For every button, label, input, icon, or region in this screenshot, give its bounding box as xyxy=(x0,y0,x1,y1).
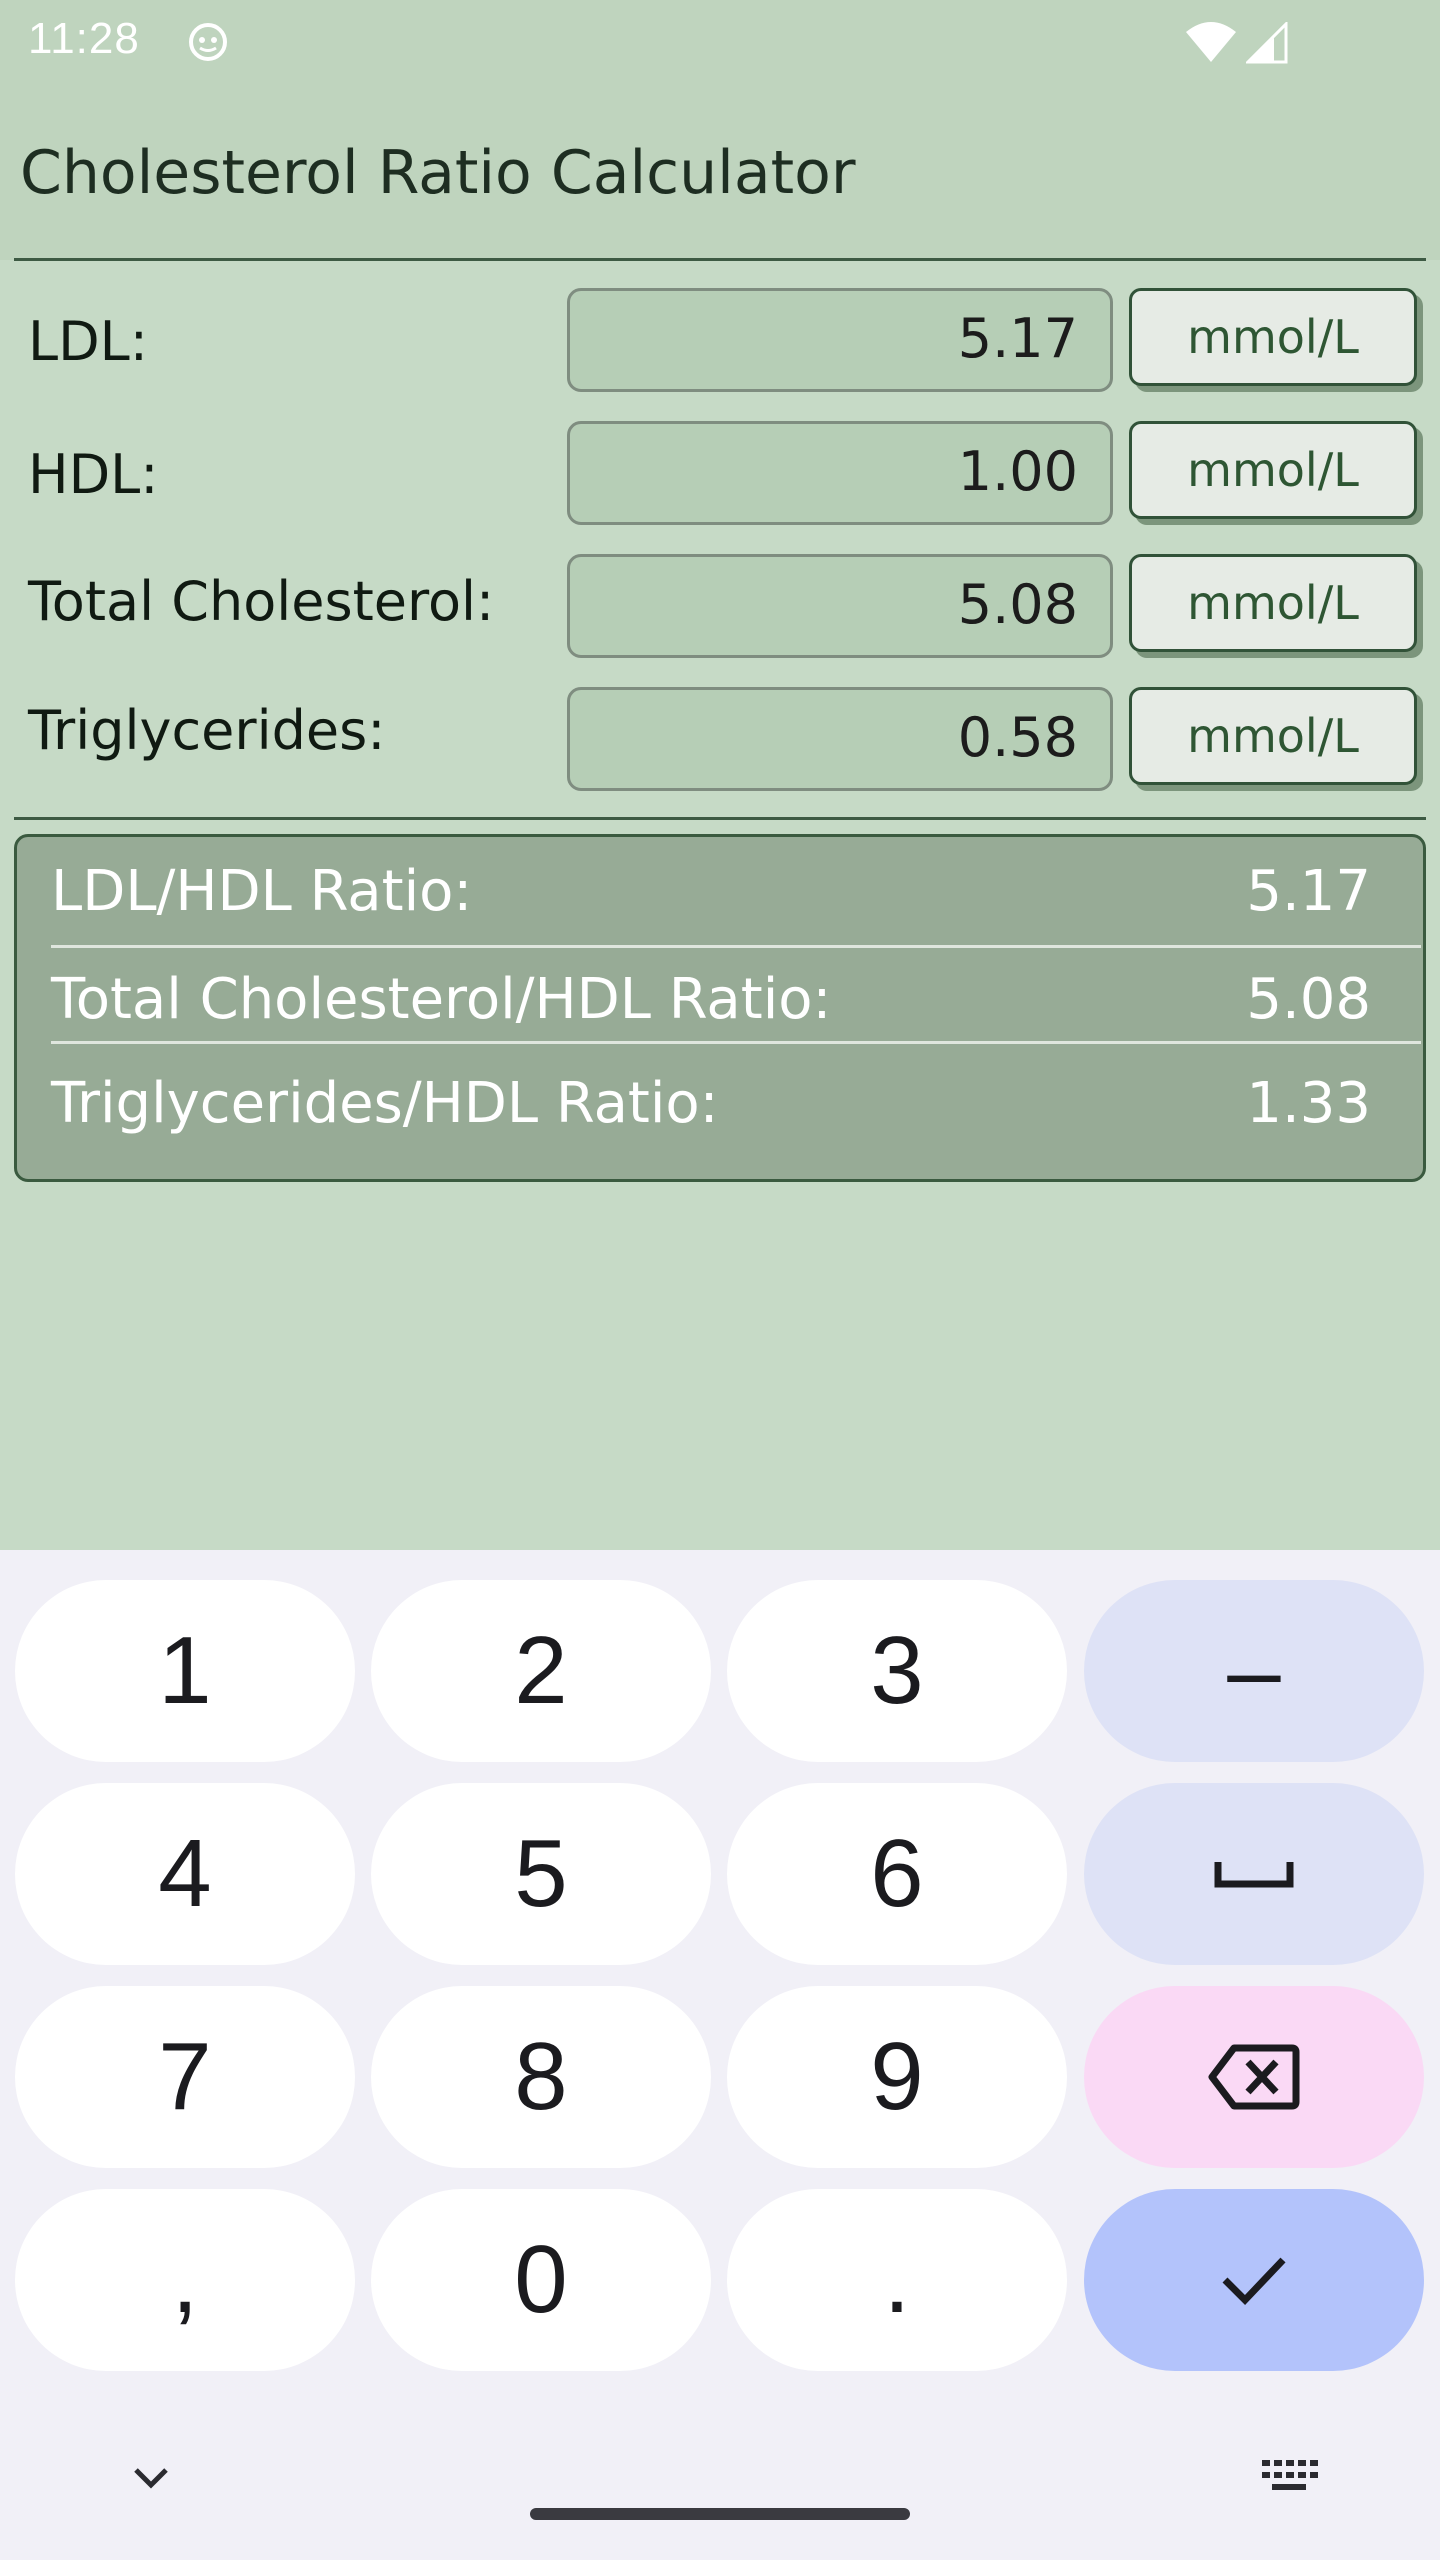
triglycerides-label: Triglycerides: xyxy=(28,699,386,762)
hdl-label: HDL: xyxy=(28,443,159,506)
results-panel: LDL/HDL Ratio: 5.17 Total Cholesterol/HD… xyxy=(14,834,1426,1182)
key-7[interactable]: 7 xyxy=(15,1986,355,2168)
space-icon xyxy=(1214,1862,1294,1888)
total-cholesterol-input[interactable]: 5.08 xyxy=(567,554,1113,658)
status-time: 11:28 xyxy=(28,14,140,63)
key-9[interactable]: 9 xyxy=(727,1986,1067,2168)
app-header: Cholesterol Ratio Calculator xyxy=(0,84,1440,260)
ldl-hdl-ratio-value: 5.17 xyxy=(1246,859,1371,924)
key-backspace[interactable] xyxy=(1084,1986,1424,2168)
inputs-divider xyxy=(14,817,1426,820)
triglycerides-input[interactable]: 0.58 xyxy=(567,687,1113,791)
key-5[interactable]: 5 xyxy=(371,1783,711,1965)
total-hdl-ratio-label: Total Cholesterol/HDL Ratio: xyxy=(51,967,832,1032)
key-period[interactable]: . xyxy=(727,2189,1067,2371)
page-title: Cholesterol Ratio Calculator xyxy=(20,138,856,208)
triglycerides-hdl-ratio-row: Triglycerides/HDL Ratio: 1.33 xyxy=(17,1049,1423,1155)
triglycerides-hdl-ratio-value: 1.33 xyxy=(1246,1071,1371,1136)
check-icon xyxy=(1222,2257,1286,2306)
total-cholesterol-unit-button[interactable]: mmol/L xyxy=(1129,554,1417,652)
total-hdl-ratio-row: Total Cholesterol/HDL Ratio: 5.08 xyxy=(17,945,1423,1051)
key-6[interactable]: 6 xyxy=(727,1783,1067,1965)
chevron-down-icon[interactable] xyxy=(124,2450,178,2504)
wifi-icon xyxy=(1186,22,1236,62)
ldl-unit-button[interactable]: mmol/L xyxy=(1129,288,1417,386)
key-0[interactable]: 0 xyxy=(371,2189,711,2371)
key-4[interactable]: 4 xyxy=(15,1783,355,1965)
triglycerides-unit-button[interactable]: mmol/L xyxy=(1129,687,1417,785)
ldl-label: LDL: xyxy=(28,310,148,373)
key-8[interactable]: 8 xyxy=(371,1986,711,2168)
ldl-input[interactable]: 5.17 xyxy=(567,288,1113,392)
key-1[interactable]: 1 xyxy=(15,1580,355,1762)
backspace-icon xyxy=(1208,2044,1300,2110)
cell-signal-icon xyxy=(1246,22,1288,64)
total-hdl-ratio-value: 5.08 xyxy=(1246,967,1371,1032)
total-cholesterol-row: Total Cholesterol: 5.08 mmol/L xyxy=(0,554,1440,658)
hdl-input[interactable]: 1.00 xyxy=(567,421,1113,525)
ldl-hdl-ratio-label: LDL/HDL Ratio: xyxy=(51,859,473,924)
triglycerides-row: Triglycerides: 0.58 mmol/L xyxy=(0,687,1440,791)
key-comma[interactable]: , xyxy=(15,2189,355,2371)
key-2[interactable]: 2 xyxy=(371,1580,711,1762)
triglycerides-hdl-ratio-label: Triglycerides/HDL Ratio: xyxy=(51,1071,719,1136)
app-notification-icon xyxy=(189,23,227,61)
ldl-hdl-ratio-row: LDL/HDL Ratio: 5.17 xyxy=(17,837,1423,943)
ldl-row: LDL: 5.17 mmol/L xyxy=(0,288,1440,392)
total-cholesterol-label: Total Cholesterol: xyxy=(28,570,495,633)
result-separator xyxy=(51,1041,1421,1044)
keyboard-icon[interactable] xyxy=(1258,2450,1320,2504)
key-3[interactable]: 3 xyxy=(727,1580,1067,1762)
numeric-keyboard: 1 2 3 – 4 5 6 7 8 9 , 0 . xyxy=(0,1550,1440,2560)
hdl-row: HDL: 1.00 mmol/L xyxy=(0,421,1440,525)
key-minus[interactable]: – xyxy=(1084,1580,1424,1762)
home-indicator[interactable] xyxy=(530,2508,910,2520)
key-confirm[interactable] xyxy=(1084,2189,1424,2371)
status-bar: 11:28 xyxy=(0,0,1440,84)
key-space[interactable] xyxy=(1084,1783,1424,1965)
hdl-unit-button[interactable]: mmol/L xyxy=(1129,421,1417,519)
header-divider xyxy=(14,258,1426,261)
app-screen: 11:28 Cholesterol Ratio Calculator LDL: … xyxy=(0,0,1440,2560)
